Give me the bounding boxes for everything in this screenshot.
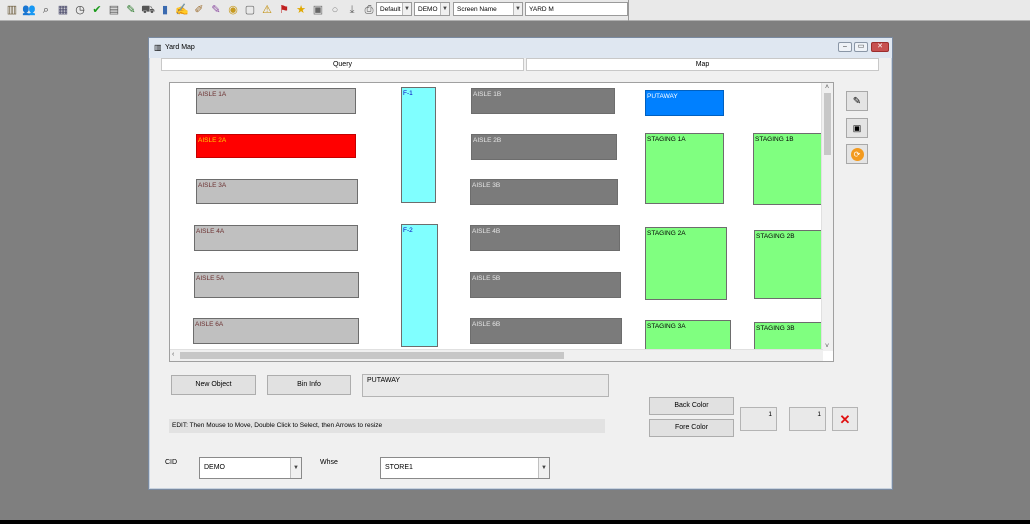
company-select-value: DEMO	[418, 5, 438, 13]
width-field[interactable]: 1	[740, 407, 777, 431]
map-block-staging-2a[interactable]: STAGING 2A	[645, 227, 727, 300]
binoculars-icon[interactable]: ⌕	[38, 2, 54, 18]
warning-icon[interactable]: ⚠	[259, 2, 275, 18]
refresh-icon: ⟳	[850, 147, 864, 161]
edit-instructions: EDIT: Then Mouse to Move, Double Click t…	[169, 419, 605, 433]
map-block-staging-3b[interactable]: STAGING 3B	[754, 322, 822, 350]
yard-map-canvas[interactable]: AISLE 1A AISLE 2A AISLE 3A AISLE 4A AISLE 5A…	[169, 82, 834, 362]
scroll-up-icon[interactable]: ˄	[825, 84, 829, 92]
map-block-aisle-4b[interactable]: AISLE 4B	[470, 225, 620, 251]
calendar-icon[interactable]: ▦	[55, 2, 71, 18]
maximize-button[interactable]: ▭	[854, 42, 868, 52]
print-icon[interactable]: ⎙	[361, 2, 377, 18]
whse-label: Whse	[320, 459, 338, 466]
map-block-aisle-6a[interactable]: AISLE 6A	[193, 318, 359, 344]
camera-icon[interactable]: ▣	[310, 2, 326, 18]
tag-icon[interactable]: ✎	[208, 2, 224, 18]
building-icon[interactable]: ▥	[4, 2, 20, 18]
screen-input-value: YARD M	[529, 5, 554, 13]
truck-icon[interactable]: ⛟	[140, 2, 156, 18]
layout-select-value: Default	[380, 5, 401, 13]
scroll-down-icon[interactable]: ˅	[825, 343, 829, 351]
delete-button[interactable]: ✕	[832, 407, 858, 431]
bin-info-button[interactable]: Bin Info	[267, 375, 351, 395]
whse-select-value: STORE1	[385, 464, 413, 471]
horizontal-scroll-thumb[interactable]	[180, 352, 564, 359]
star-icon[interactable]: ★	[293, 2, 309, 18]
close-button[interactable]: ✕	[871, 42, 889, 52]
scroll-left-icon[interactable]: ‹	[172, 351, 174, 359]
map-block-aisle-2b[interactable]: AISLE 2B	[471, 134, 617, 160]
map-block-aisle-5b[interactable]: AISLE 5B	[470, 272, 621, 298]
note-icon[interactable]: ✐	[191, 2, 207, 18]
map-block-aisle-3a[interactable]: AISLE 3A	[196, 179, 358, 204]
map-block-staging-1b[interactable]: STAGING 1B	[753, 133, 823, 205]
main-toolbar: ▥ 👥 ⌕ ▦ ◷ ✔ ▤ ✎ ⛟ ▮ ✍ ✐ ✎ ◉ ▢ ⚠ ⚑ ★ ▣ ○ ⤓ ⎙ Default ▼ DEMO ▼ …	[0, 0, 1030, 21]
layout-select[interactable]: Default ▼	[376, 2, 412, 16]
globe-icon[interactable]: ○	[327, 2, 343, 18]
map-block-aisle-4a[interactable]: AISLE 4A	[194, 225, 358, 251]
edit-button[interactable]: ✎	[846, 91, 868, 111]
chevron-down-icon: ▼	[440, 3, 449, 15]
edit-icon[interactable]: ✍	[174, 2, 190, 18]
refresh-button[interactable]: ⟳	[846, 144, 868, 164]
list-icon[interactable]: ▤	[106, 2, 122, 18]
flag-icon[interactable]: ⚑	[276, 2, 292, 18]
chart-icon[interactable]: ▮	[157, 2, 173, 18]
new-object-button[interactable]: New Object	[171, 375, 256, 395]
back-color-button[interactable]: Back Color	[649, 397, 734, 415]
pencil-icon: ✎	[852, 95, 862, 107]
cid-label: CID	[165, 459, 178, 466]
vertical-scrollbar[interactable]: ˄ ˅	[821, 83, 833, 351]
checkmark-icon[interactable]: ✔	[89, 2, 105, 18]
cid-select-value: DEMO	[204, 464, 225, 471]
toolbar-divider	[628, 0, 629, 21]
app-icon: ▥	[154, 43, 162, 52]
chevron-down-icon: ▼	[513, 3, 522, 15]
delete-x-icon: ✕	[839, 411, 851, 427]
horizontal-scrollbar[interactable]: ‹	[170, 349, 823, 361]
map-block-aisle-3b[interactable]: AISLE 3B	[470, 179, 618, 205]
map-block-aisle-1b[interactable]: AISLE 1B	[471, 88, 615, 114]
vertical-scroll-thumb[interactable]	[824, 93, 831, 155]
clock-icon[interactable]: ◷	[72, 2, 88, 18]
yard-map-window: ▥ Yard Map – ▭ ✕ Query Map AISLE 1A AISLE…	[148, 37, 893, 490]
wrench-icon[interactable]: ✎	[123, 2, 139, 18]
screen-name-select[interactable]: Screen Name ▼	[453, 2, 523, 16]
map-block-f-1[interactable]: F-1	[401, 87, 436, 203]
map-block-f-2[interactable]: F-2	[401, 224, 438, 347]
window-titlebar[interactable]: ▥ Yard Map – ▭ ✕	[149, 38, 892, 58]
tab-query[interactable]: Query	[161, 58, 524, 71]
map-block-staging-1a[interactable]: STAGING 1A	[645, 133, 724, 204]
map-block-aisle-1a[interactable]: AISLE 1A	[196, 88, 356, 114]
chevron-down-icon: ▼	[402, 3, 411, 15]
map-block-aisle-5a[interactable]: AISLE 5A	[194, 272, 359, 298]
screen-name-select-value: Screen Name	[457, 5, 497, 13]
tab-map[interactable]: Map	[526, 58, 879, 71]
bubble-icon[interactable]: ◉	[225, 2, 241, 18]
download-icon[interactable]: ⤓	[344, 2, 360, 18]
height-field[interactable]: 1	[789, 407, 826, 431]
chevron-down-icon: ▼	[290, 458, 301, 478]
map-block-aisle-2a[interactable]: AISLE 2A	[196, 134, 356, 158]
save-button[interactable]: ▣	[846, 118, 868, 138]
object-name-field[interactable]: PUTAWAY	[362, 374, 609, 397]
fore-color-button[interactable]: Fore Color	[649, 419, 734, 437]
toolbar-icon-strip: ▥ 👥 ⌕ ▦ ◷ ✔ ▤ ✎ ⛟ ▮ ✍ ✐ ✎ ◉ ▢ ⚠ ⚑ ★ ▣ ○ ⤓ ⎙	[4, 2, 377, 18]
whse-select[interactable]: STORE1 ▼	[380, 457, 550, 479]
floppy-disk-icon: ▣	[852, 122, 862, 133]
map-block-putaway[interactable]: PUTAWAY	[645, 90, 724, 116]
window-title: Yard Map	[165, 44, 195, 51]
screen-input[interactable]: YARD M	[525, 2, 628, 16]
map-block-staging-2b[interactable]: STAGING 2B	[754, 230, 824, 299]
chevron-down-icon: ▼	[538, 458, 549, 478]
map-block-staging-3a[interactable]: STAGING 3A	[645, 320, 731, 350]
users-icon[interactable]: 👥	[21, 2, 37, 18]
cid-select[interactable]: DEMO ▼	[199, 457, 302, 479]
company-select[interactable]: DEMO ▼	[414, 2, 450, 16]
map-block-aisle-6b[interactable]: AISLE 6B	[470, 318, 622, 344]
document-icon[interactable]: ▢	[242, 2, 258, 18]
minimize-button[interactable]: –	[838, 42, 852, 52]
